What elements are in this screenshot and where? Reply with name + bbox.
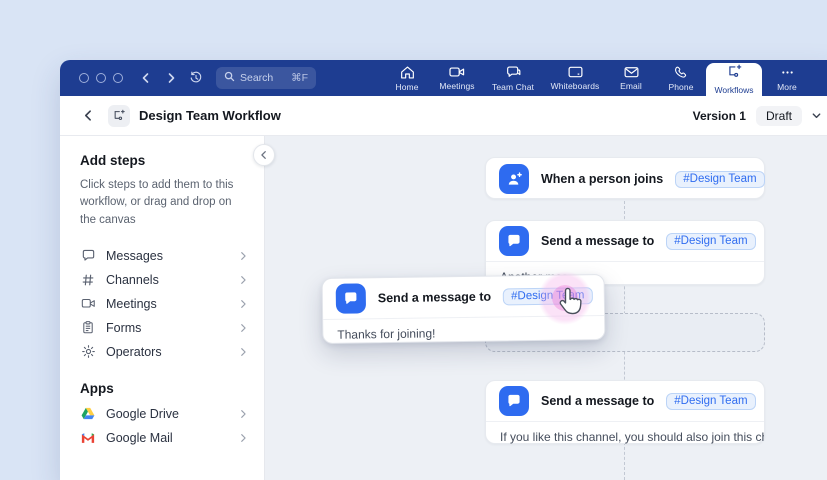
envelope-icon: [623, 65, 640, 79]
window-zoom-button[interactable]: [113, 73, 123, 83]
version-label: Version 1: [693, 109, 746, 123]
message-body: Thanks for joining!: [323, 315, 604, 350]
search-icon: [224, 69, 235, 87]
message-body: If you like this channel, you should als…: [486, 421, 764, 452]
nav-item-workflows-active[interactable]: Workflows: [706, 63, 762, 96]
sidebar-collapse-button[interactable]: [253, 144, 275, 166]
dragged-message-card[interactable]: Send a message to #Design Team Thanks fo…: [322, 274, 606, 344]
workflow-badge-icon: [108, 105, 130, 127]
zoom-app-window: Search ⌘F Home Meetings Team Chat Whiteb…: [60, 60, 827, 480]
chevron-right-icon: [238, 409, 248, 419]
trigger-title: When a person joins: [541, 172, 663, 186]
nav-item-meetings[interactable]: Meetings: [432, 60, 482, 96]
workflow-toolbar: Design Team Workflow Version 1 Draft: [60, 96, 827, 136]
sidebar-item-messages[interactable]: Messages: [80, 244, 248, 268]
add-steps-sidebar: Add steps Click steps to add them to thi…: [60, 136, 265, 480]
nav-item-more[interactable]: More: [762, 60, 812, 96]
history-icon[interactable]: [185, 67, 207, 89]
send-message-icon: [499, 226, 529, 256]
send-message-icon: [336, 283, 366, 313]
hashtag-icon: [80, 272, 96, 288]
back-button[interactable]: [78, 106, 98, 126]
chat-bubble-icon: [505, 65, 522, 80]
channel-pill[interactable]: #Design Team: [666, 233, 755, 250]
chevron-down-icon[interactable]: [811, 110, 822, 121]
sidebar-item-forms[interactable]: Forms: [80, 316, 248, 340]
gmail-icon: [80, 430, 96, 446]
nav-item-whiteboards[interactable]: Whiteboards: [544, 60, 606, 96]
message-card-2[interactable]: Send a message to #Design Team If you li…: [485, 380, 765, 444]
more-dots-icon: [779, 65, 796, 80]
google-drive-icon: [80, 406, 96, 422]
gear-icon: [80, 344, 96, 360]
sidebar-item-google-drive[interactable]: Google Drive: [80, 402, 248, 426]
nav-item-team-chat[interactable]: Team Chat: [482, 60, 544, 96]
sidebar-heading: Add steps: [80, 153, 248, 168]
sidebar-item-google-mail[interactable]: Google Mail: [80, 426, 248, 450]
sidebar-item-channels[interactable]: Channels: [80, 268, 248, 292]
main-area: Add steps Click steps to add them to thi…: [60, 136, 827, 480]
whiteboard-icon: [567, 65, 584, 79]
search-placeholder: Search: [240, 72, 286, 84]
chevron-right-icon: [238, 433, 248, 443]
message-bubble-icon: [80, 248, 96, 264]
clipboard-icon: [80, 320, 96, 336]
home-icon: [399, 65, 416, 80]
channel-pill[interactable]: #Design Team: [666, 393, 755, 410]
search-input[interactable]: Search ⌘F: [216, 67, 316, 89]
workflow-canvas[interactable]: When a person joins #Design Team Send a …: [265, 136, 827, 480]
video-camera-icon: [80, 296, 96, 312]
status-badge[interactable]: Draft: [756, 106, 802, 126]
person-join-icon: [499, 164, 529, 194]
card-title: Send a message to: [541, 234, 654, 248]
workflow-icon: [726, 64, 743, 84]
trigger-card[interactable]: When a person joins #Design Team: [485, 157, 765, 199]
card-title: Send a message to: [378, 290, 491, 306]
sidebar-item-meetings[interactable]: Meetings: [80, 292, 248, 316]
chevron-right-icon: [238, 275, 248, 285]
channel-pill[interactable]: #Design Team: [503, 287, 593, 305]
nav-back-icon[interactable]: [135, 67, 157, 89]
video-camera-icon: [448, 65, 466, 79]
send-message-icon: [499, 386, 529, 416]
channel-pill[interactable]: #Design Team: [675, 171, 764, 188]
window-controls: [79, 73, 123, 83]
nav-item-phone[interactable]: Phone: [656, 60, 706, 96]
nav-item-email[interactable]: Email: [606, 60, 656, 96]
window-close-button[interactable]: [79, 73, 89, 83]
phone-icon: [673, 65, 689, 80]
chevron-right-icon: [238, 347, 248, 357]
search-shortcut: ⌘F: [291, 72, 308, 84]
apps-heading: Apps: [80, 381, 248, 396]
main-nav: Home Meetings Team Chat Whiteboards Emai…: [382, 60, 812, 96]
nav-item-home[interactable]: Home: [382, 60, 432, 96]
window-minimize-button[interactable]: [96, 73, 106, 83]
sidebar-description: Click steps to add them to this workflow…: [80, 177, 248, 229]
chevron-right-icon: [238, 323, 248, 333]
nav-forward-icon[interactable]: [160, 67, 182, 89]
page-title: Design Team Workflow: [139, 108, 281, 123]
titlebar: Search ⌘F Home Meetings Team Chat Whiteb…: [60, 60, 827, 96]
card-title: Send a message to: [541, 394, 654, 408]
sidebar-item-operators[interactable]: Operators: [80, 340, 248, 364]
chevron-right-icon: [238, 251, 248, 261]
chevron-right-icon: [238, 299, 248, 309]
